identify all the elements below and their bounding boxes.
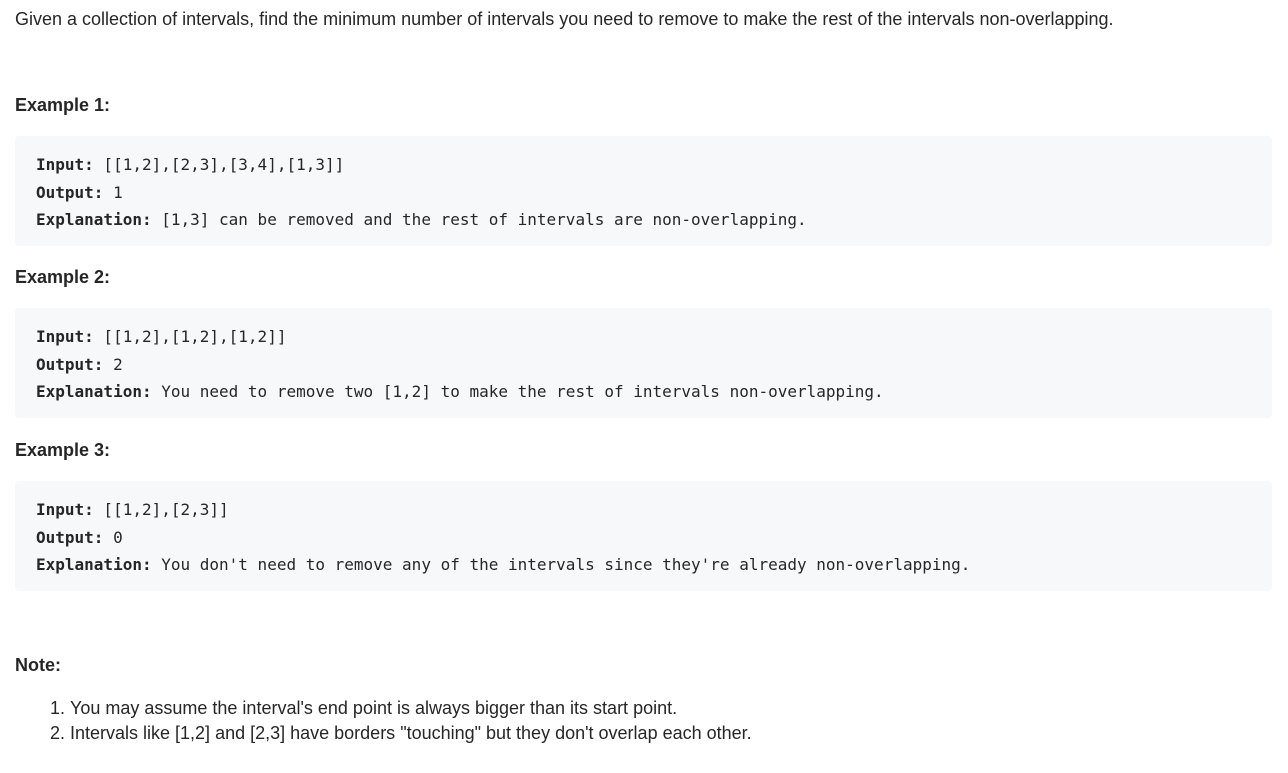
example-3-output-line: Output: 0 <box>36 524 1272 552</box>
output-value: 2 <box>103 354 123 374</box>
output-label: Output: <box>36 354 104 374</box>
output-value: 1 <box>103 182 123 202</box>
input-label: Input: <box>36 327 94 346</box>
example-2-title: Example 2: <box>15 267 111 287</box>
note-item-text: Intervals like [1,2] and [2,3] have bord… <box>70 723 752 743</box>
input-value: [[1,2],[1,2],[1,2]] <box>93 327 287 346</box>
example-3-code-block: Input: [[1,2],[2,3]] Output: 0 Explanati… <box>15 481 1272 591</box>
example-3-input-line: Input: [[1,2],[2,3]] <box>36 496 1272 524</box>
example-2-output-line: Output: 2 <box>36 351 1272 379</box>
input-label: Input: <box>36 500 94 519</box>
example-1-title: Example 1: <box>15 95 111 115</box>
explanation-label: Explanation: <box>36 382 152 401</box>
example-1-input-line: Input: [[1,2],[2,3],[3,4],[1,3]] <box>36 151 1272 179</box>
output-value: 0 <box>103 527 123 547</box>
input-label: Input: <box>36 155 94 174</box>
example-1-output-line: Output: 1 <box>36 179 1272 207</box>
explanation-label: Explanation: <box>36 555 152 574</box>
example-2-code-block: Input: [[1,2],[1,2],[1,2]] Output: 2 Exp… <box>15 308 1272 418</box>
note-item: 2. Intervals like [1,2] and [2,3] have bo… <box>50 721 752 746</box>
example-2-explanation-line: Explanation: You need to remove two [1,2… <box>36 378 1272 406</box>
input-value: [[1,2],[2,3]] <box>93 500 229 519</box>
note-item-text: You may assume the interval's end point … <box>70 698 678 718</box>
explanation-label: Explanation: <box>36 210 152 229</box>
explanation-value: You need to remove two [1,2] to make the… <box>151 382 884 401</box>
output-label: Output: <box>36 182 104 202</box>
note-title: Note: <box>15 655 61 675</box>
note-item-number: 2. <box>50 723 66 743</box>
note-list: 1. You may assume the interval's end poin… <box>50 696 752 746</box>
note-item: 1. You may assume the interval's end poin… <box>50 696 752 721</box>
explanation-value: You don't need to remove any of the inte… <box>151 555 971 574</box>
problem-description: Given a collection of intervals, find th… <box>15 9 1114 29</box>
example-3-explanation-line: Explanation: You don't need to remove an… <box>36 551 1272 579</box>
example-1-code-block: Input: [[1,2],[2,3],[3,4],[1,3]] Output:… <box>15 136 1272 246</box>
example-3-title: Example 3: <box>15 440 111 460</box>
input-value: [[1,2],[2,3],[3,4],[1,3]] <box>93 155 345 174</box>
note-item-number: 1. <box>50 698 66 718</box>
output-label: Output: <box>36 527 104 547</box>
example-1-explanation-line: Explanation: [1,3] can be removed and th… <box>36 206 1272 234</box>
example-2-input-line: Input: [[1,2],[1,2],[1,2]] <box>36 323 1272 351</box>
explanation-value: [1,3] can be removed and the rest of int… <box>151 210 807 229</box>
